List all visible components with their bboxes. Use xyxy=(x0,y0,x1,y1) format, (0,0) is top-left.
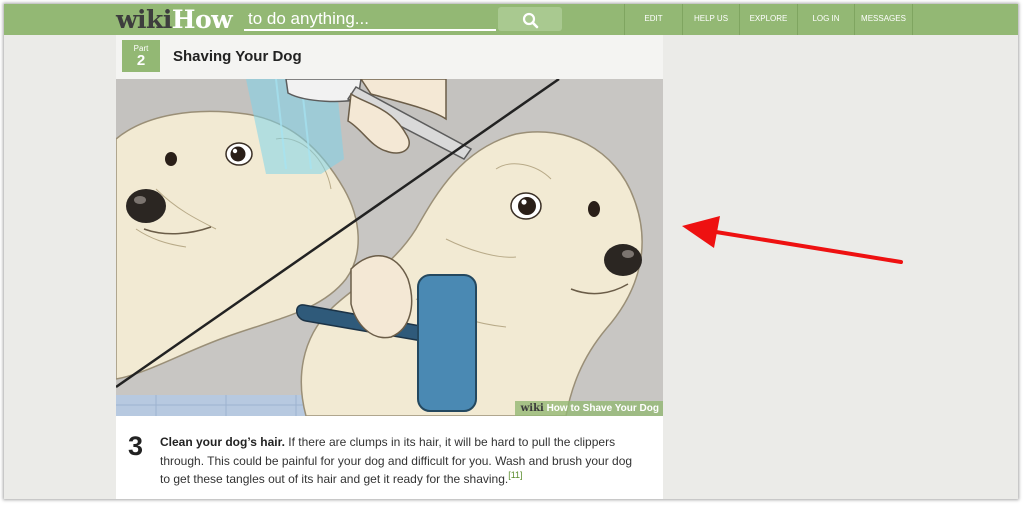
red-annotation-arrow xyxy=(682,216,903,264)
browser-viewport: wikiHow EDIT HELP US EXPLORE LOG IN MESS… xyxy=(4,4,1018,499)
